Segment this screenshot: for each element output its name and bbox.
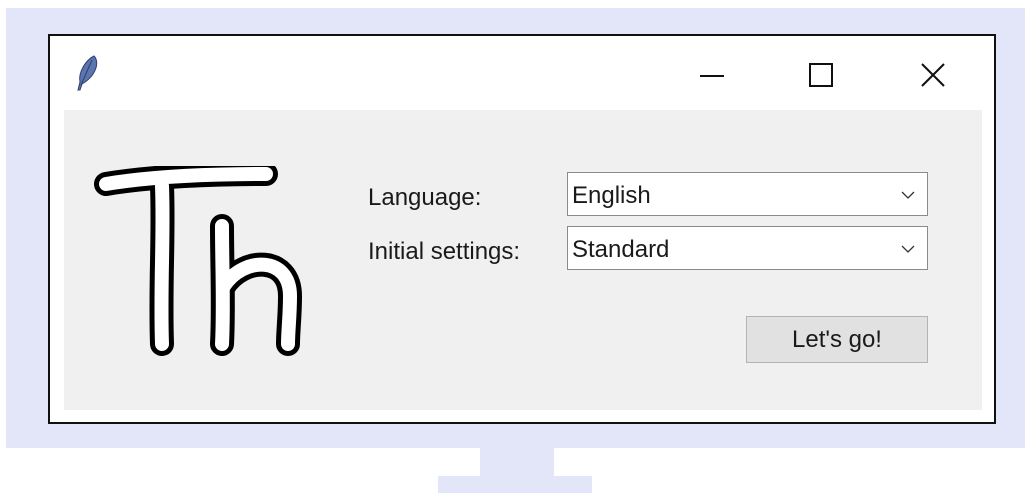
- initial-settings-select-value: Standard: [572, 236, 670, 263]
- language-select-value: English: [572, 182, 651, 209]
- lets-go-button[interactable]: Let's go!: [746, 316, 928, 363]
- initial-settings-select[interactable]: Standard: [567, 226, 928, 270]
- language-label: Language:: [368, 184, 482, 211]
- maximize-button[interactable]: [792, 48, 848, 100]
- initial-settings-label: Initial settings:: [368, 238, 521, 265]
- app-logo: [94, 162, 304, 366]
- feather-icon: [72, 54, 102, 94]
- minimize-icon: [700, 75, 724, 77]
- close-button[interactable]: [906, 48, 962, 100]
- monitor-stand-base: [438, 476, 592, 493]
- maximize-icon: [809, 63, 833, 87]
- scene: Language: English Initial settings: Stan…: [0, 0, 1031, 493]
- monitor-stand-neck: [480, 448, 554, 476]
- title-bar[interactable]: [50, 36, 994, 110]
- close-icon: [921, 63, 945, 87]
- chevron-down-icon: [901, 191, 915, 199]
- language-select[interactable]: English: [567, 172, 928, 216]
- minimize-button[interactable]: [684, 48, 740, 100]
- chevron-down-icon: [901, 245, 915, 253]
- app-window: Language: English Initial settings: Stan…: [48, 34, 996, 424]
- dialog-body: Language: English Initial settings: Stan…: [64, 110, 982, 410]
